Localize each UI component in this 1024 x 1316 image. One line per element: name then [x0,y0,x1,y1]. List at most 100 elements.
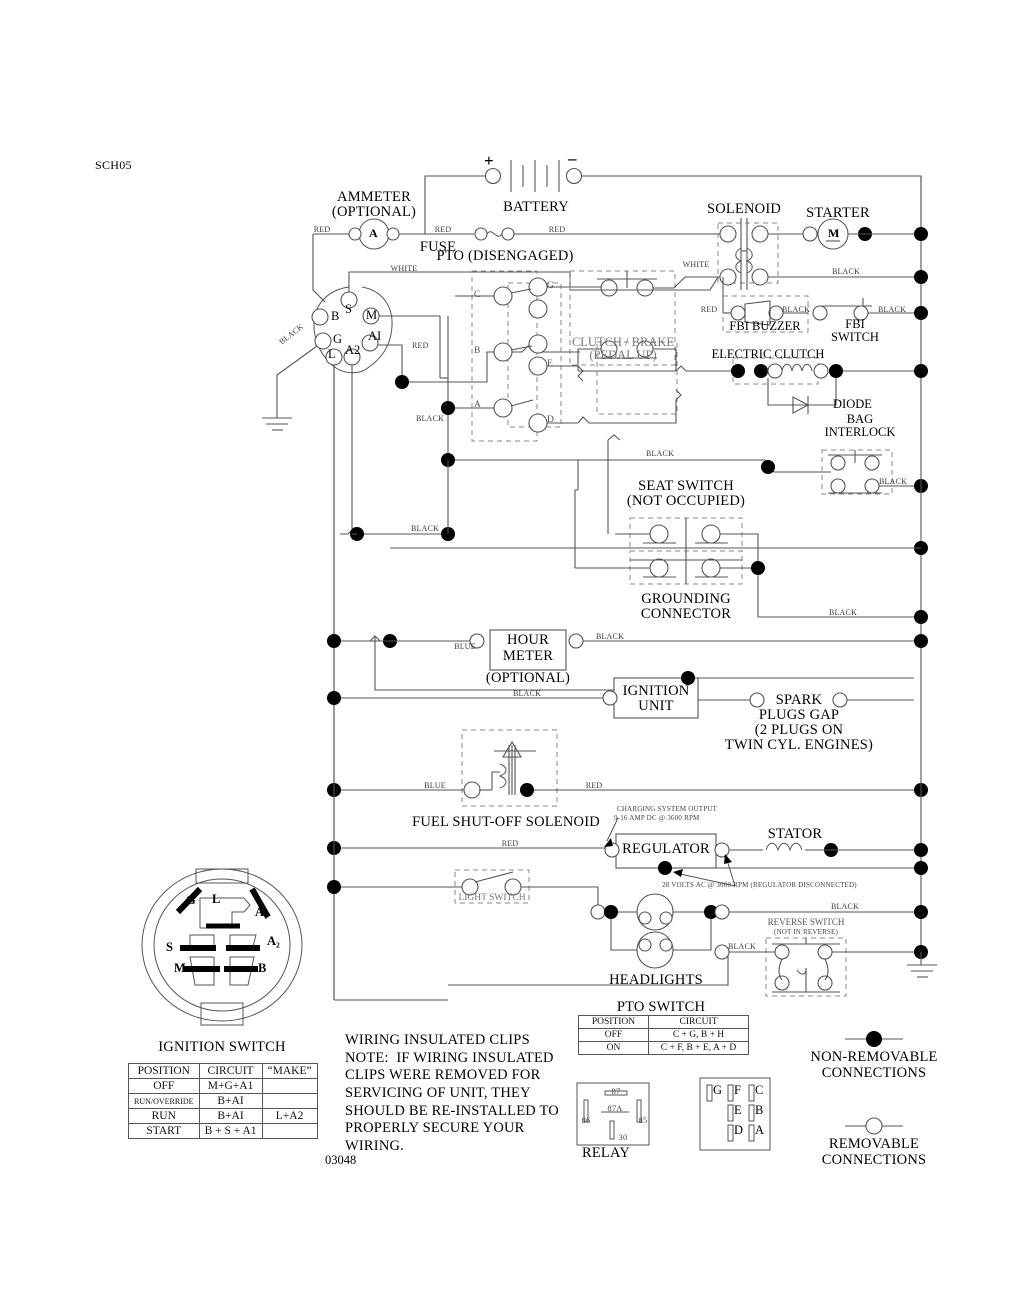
terminal-A2: A2 [345,343,361,357]
ammeter-symbol: A [369,226,378,240]
wire-label-red3: RED [548,225,566,234]
pto-terminal-G: G [547,281,554,291]
reverse-switch-sub: (NOT IN REVERSE) [773,928,839,936]
headlights-label: HEADLIGHTS [609,972,703,988]
relay-terminal-30: 30 [618,1132,628,1142]
legend-non-removable: NON-REMOVABLE CONNECTIONS [810,1049,938,1081]
battery-label: BATTERY [503,199,569,215]
detail-terminal-L: L [212,892,221,906]
pto-label: PTO (DISENGAGED) [436,248,574,264]
cell-circuit: C + G, B + H [648,1028,749,1042]
pto-terminal-C: C [474,290,481,300]
pto-terminal-A: A [474,400,481,410]
wire-label-red-pto: RED [412,341,429,350]
hour-meter-optional: (OPTIONAL) [485,670,571,686]
schematic-page: .w { stroke:#555; stroke-width:1.1; fill… [0,0,1024,1316]
wire-label-black-pto: BLACK [415,414,445,423]
relay-terminal-87: 87 [611,1086,621,1096]
clutch-brake-sub: (PEDAL UP) [589,348,657,362]
wire-label-red-fuel: RED [585,781,603,790]
wire-label-black-ground: BLACK [828,608,858,617]
spark-plugs-line4: TWIN CYL. ENGINES) [724,737,874,753]
cell-circuit: C + F, B + E, A + D [648,1041,749,1055]
terminal-B: B [331,309,340,323]
cell-circuit: B + S + A1 [198,1123,263,1139]
wire-label-black-left: BLACK [410,524,440,533]
relay-label: RELAY [582,1145,630,1161]
pto-terminal-B: B [474,346,481,356]
wire-label-black-rev2: BLACK [727,942,757,951]
conn-terminal-G: G [713,1083,723,1097]
terminal-L: L [328,347,336,361]
wire-label-black-fbi1: BLACK [781,305,811,314]
ammeter-optional-label: (OPTIONAL) [331,204,417,220]
terminal-M: M [366,308,378,322]
terminal-G: G [333,332,343,346]
wire-label-black-bag: BLACK [878,477,908,486]
table-row: RUN B+AI L+A2 [128,1108,318,1124]
regulator-label: REGULATOR [622,841,710,857]
left-bus [327,365,448,1001]
relay-terminal-86: 86 [581,1115,591,1125]
bag-interlock-label2: INTERLOCK [824,425,896,439]
fuel-solenoid-label: FUEL SHUT-OFF SOLENOID [412,814,600,830]
pto-terminal-D: D [547,415,554,425]
ignition-switch-detail-title: IGNITION SWITCH [158,1039,286,1055]
cell-position: OFF [578,1028,649,1042]
wiring-clips-note: WIRING INSULATED CLIPS NOTE: IF WIRING I… [345,1032,559,1155]
terminal-S: S [345,302,352,316]
battery-plus-label: + [484,151,494,170]
detail-terminal-S: S [166,940,173,954]
cell-make [261,1078,318,1094]
solenoid-label: SOLENOID [706,201,782,217]
pto-switch-table: POSITION CIRCUIT OFF C + G, B + H ON C +… [578,1015,749,1055]
cell-position: ON [578,1041,649,1055]
sheet-code: SCH05 [95,158,132,172]
table-row: ON C + F, B + E, A + D [578,1041,749,1055]
cell-circuit: M+G+A1 [198,1078,263,1094]
grounding-connector-label2: CONNECTOR [640,606,732,622]
stator-label: STATOR [767,826,823,842]
regulator-ac-note: 28 VOLTS AC @ 3600 RPM (REGULATOR DISCON… [662,881,857,889]
legend-symbols [845,1031,903,1135]
conn-terminal-E: E [734,1103,742,1117]
wire-label-black-starter: BLACK [831,267,861,276]
legend-removable: REMOVABLE CONNECTIONS [821,1136,927,1168]
charging-output-note-l1: CHARGING SYSTEM OUTPUT [617,805,718,813]
col-make: “MAKE” [261,1063,318,1079]
battery-minus-label: – [568,149,577,168]
wire-label-blue-hour: BLUE [454,642,476,651]
electric-clutch-label: ELECTRIC CLUTCH [711,347,825,361]
fbi-buzzer-label: FBI BUZZER [729,319,801,333]
battery-group [424,160,922,234]
col-circuit: CIRCUIT [648,1015,749,1029]
part-number: 03048 [325,1153,357,1167]
reverse-switch-label: REVERSE SWITCH [767,917,845,927]
detail-terminal-G: G [186,893,196,907]
seat-switch-group [574,434,914,618]
table-row: OFF M+G+A1 [128,1078,318,1094]
wire-label-black-rev1: BLACK [830,902,860,911]
table-row: OFF C + G, B + H [578,1028,749,1042]
detail-terminal-M: M [174,961,186,975]
pto-switch-table-title: PTO SWITCH [616,999,706,1015]
table-header-row: POSITION CIRCUIT [578,1015,749,1029]
wire-label-black-fbi2: BLACK [877,305,907,314]
cell-circuit: B+AI [198,1108,263,1124]
fbi-switch-label2: SWITCH [831,330,879,344]
wire-label-red-reg: RED [501,839,519,848]
wire-label-black-hour: BLACK [595,632,625,641]
wire-label-black-ign-unit: BLACK [512,689,542,698]
relay-terminal-87A: 87A [607,1103,623,1113]
cell-position: START [128,1123,200,1139]
table-row: RUN/OVERRIDE B+AI [128,1093,318,1109]
conn-terminal-D: D [734,1123,744,1137]
wire-label-black-seat: BLACK [645,449,675,458]
relay-terminal-85: 85 [638,1115,648,1125]
conn-terminal-A: A [755,1123,765,1137]
cell-position: RUN [128,1108,200,1124]
cell-make: L+A2 [261,1108,318,1124]
cell-make [261,1093,318,1109]
light-switch-label: LIGHT SWITCH [458,893,526,903]
wire-label-red-fbi: RED [700,305,718,314]
